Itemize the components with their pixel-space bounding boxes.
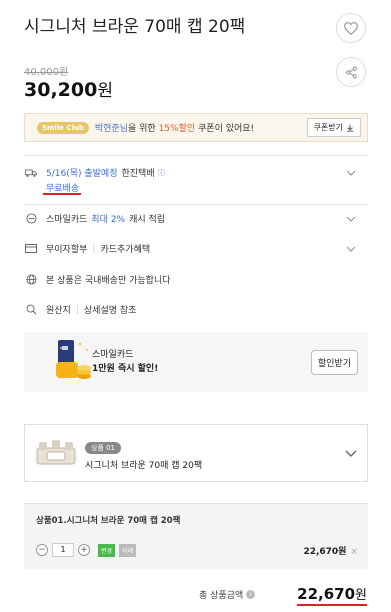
product-select[interactable]: 상품 01 시그니처 브라운 70매 캡 20팩 xyxy=(24,424,368,482)
coupon-percent: 15%할인 xyxy=(158,124,196,134)
installment-label: 무이자할부 xyxy=(46,245,88,255)
product-select-text: 상품 01 시그니처 브라운 70매 캡 20팩 xyxy=(85,435,345,471)
product-badge: 상품 01 xyxy=(85,442,122,454)
quantity-stepper: − 1 + 변경 삭제 xyxy=(36,543,137,557)
coupon-text-mid: 을 위한 xyxy=(127,124,156,134)
sale-price-unit: 원 xyxy=(97,81,113,101)
separator: | xyxy=(75,304,79,315)
divider xyxy=(24,155,368,156)
shipping-row[interactable]: 5/16(목) 출발예정 한진택배 ⓘ xyxy=(24,166,368,179)
share-icon xyxy=(345,66,357,78)
decrease-button[interactable]: − xyxy=(36,544,48,556)
delete-button[interactable]: 삭제 xyxy=(119,543,137,557)
product-select-name: 시그니처 브라운 70매 캡 20팩 xyxy=(85,461,203,471)
total-label-text: 총 상품금액 xyxy=(199,591,244,601)
chevron-down-icon xyxy=(345,450,357,457)
download-icon xyxy=(346,124,354,132)
coupon-banner: Smile Club 박현준님을 위한 15%할인 쿠폰이 있어요! 쿠폰받기 xyxy=(24,113,368,142)
product-thumbnail xyxy=(35,436,77,470)
highlight-underline xyxy=(297,604,367,606)
card-promo-line1: 스마일카드 xyxy=(92,350,134,360)
chevron-down-icon xyxy=(346,170,356,176)
smile-cash-row[interactable]: 스마일카드 최대 2% 캐시 적립 xyxy=(24,212,368,225)
sale-price-value: 30,200 xyxy=(24,79,98,101)
info-icon[interactable]: i xyxy=(246,590,256,599)
separator: | xyxy=(92,243,96,254)
domestic-row: 본 상품은 국내배송만 가능합니다 xyxy=(24,273,368,286)
option-name: 상품01.시그니처 브라운 70매 캡 20팩 xyxy=(36,516,181,526)
coupon-text: 박현준님을 위한 15%할인 쿠폰이 있어요! xyxy=(95,121,307,134)
card-promo-banner: 스마일카드 1만원 즉시 할인! 할인받기 xyxy=(24,332,368,392)
get-coupon-button[interactable]: 쿠폰받기 xyxy=(306,118,361,137)
remove-option-button[interactable]: × xyxy=(350,547,358,557)
product-title: 시그니처 브라운 70매 캡 20팩 xyxy=(24,17,246,37)
increase-button[interactable]: + xyxy=(78,544,90,556)
location-search-icon xyxy=(24,304,38,315)
card-benefit-label: 카드추가혜택 xyxy=(100,245,151,255)
smile-card-image xyxy=(54,340,94,388)
quantity-input[interactable]: 1 xyxy=(52,543,74,557)
card-cash-icon xyxy=(24,213,38,224)
card-promo-line2: 1만원 즉시 할인! xyxy=(92,364,159,374)
divider xyxy=(24,204,368,205)
globe-icon xyxy=(24,274,38,285)
shipping-carrier: 한진택배 xyxy=(121,169,155,179)
like-button[interactable] xyxy=(336,13,366,43)
highlight-underline xyxy=(43,193,81,195)
total-label: 총 상품금액 i xyxy=(199,588,256,601)
get-coupon-label: 쿠폰받기 xyxy=(313,123,343,132)
coupon-text-end: 쿠폰이 있어요! xyxy=(198,124,255,134)
option-price-value: 22,670원 xyxy=(303,547,347,557)
total-price: 22,670원 xyxy=(297,584,367,603)
info-icon: ⓘ xyxy=(157,168,165,177)
share-button[interactable] xyxy=(336,57,366,87)
credit-card-icon xyxy=(24,244,38,253)
smile-card-suffix: 캐시 적립 xyxy=(129,215,166,225)
smile-card-rate: 최대 2% xyxy=(91,215,126,225)
selected-option: 상품01.시그니처 브라운 70매 캡 20팩 − 1 + 변경 삭제 22,6… xyxy=(24,503,368,569)
coupon-user: 박현준님 xyxy=(94,124,128,134)
shipping-date: 5/16(목) 출발예정 xyxy=(46,169,118,179)
origin-row: 원산지 | 상세설명 참조 xyxy=(24,303,368,316)
installment-row[interactable]: 무이자할부 | 카드추가혜택 xyxy=(24,242,368,255)
total-price-unit: 원 xyxy=(355,588,367,603)
chevron-down-icon xyxy=(346,246,356,252)
smile-card-prefix: 스마일카드 xyxy=(46,215,88,225)
card-promo-text: 스마일카드 1만원 즉시 할인! xyxy=(92,348,311,376)
smile-club-badge: Smile Club xyxy=(37,121,89,134)
chevron-down-icon xyxy=(346,216,356,222)
change-button[interactable]: 변경 xyxy=(98,543,116,557)
origin-detail: 상세설명 참조 xyxy=(83,306,137,316)
total-price-value: 22,670 xyxy=(297,585,356,603)
get-discount-button[interactable]: 할인받기 xyxy=(310,349,358,375)
origin-label: 원산지 xyxy=(46,306,71,316)
truck-icon xyxy=(24,168,38,178)
domestic-text: 본 상품은 국내배송만 가능합니다 xyxy=(46,276,171,286)
option-price: 22,670원 × xyxy=(303,544,358,557)
sale-price: 30,200원 xyxy=(24,76,113,101)
heart-icon xyxy=(344,21,358,35)
